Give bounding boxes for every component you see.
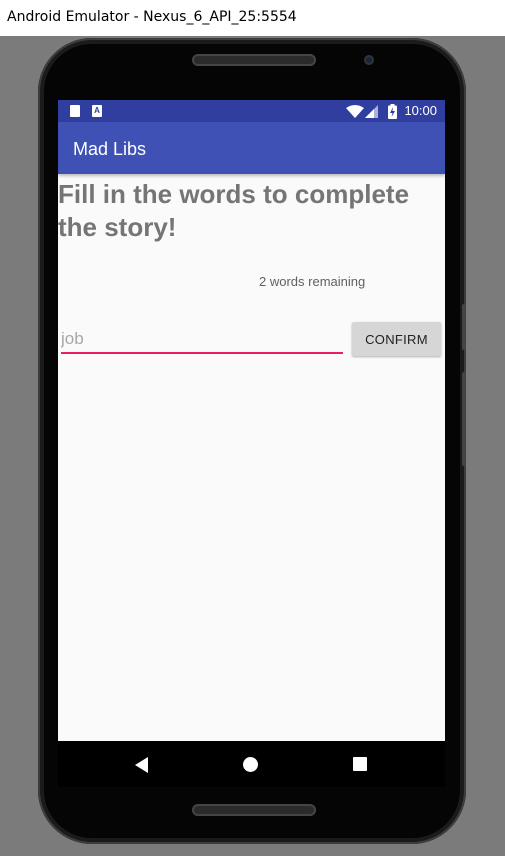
top-speaker (192, 54, 316, 66)
front-camera (364, 55, 374, 65)
confirm-button[interactable]: CONFIRM (352, 322, 441, 356)
app-title: Mad Libs (73, 139, 147, 159)
device-screen: A 10:00 Mad Libs Fill in the words to co… (58, 100, 445, 741)
battery-charging-icon (388, 104, 397, 119)
volume-button[interactable] (462, 304, 466, 350)
back-icon[interactable] (135, 757, 148, 773)
word-input[interactable] (61, 326, 343, 354)
emulator-title-bar: Android Emulator - Nexus_6_API_25:5554 (0, 0, 505, 36)
a-notification-icon: A (92, 105, 102, 117)
power-button[interactable] (462, 372, 466, 466)
navigation-bar (58, 741, 445, 787)
window-title: Android Emulator - Nexus_6_API_25:5554 (7, 9, 297, 25)
sd-card-icon (70, 105, 80, 117)
words-remaining-label: 2 words remaining (259, 274, 366, 289)
home-icon[interactable] (243, 757, 258, 772)
status-bar: A 10:00 (58, 100, 445, 122)
bottom-speaker (192, 804, 316, 816)
instruction-heading: Fill in the words to complete the story! (58, 179, 410, 242)
wifi-icon (346, 105, 364, 118)
signal-icon (365, 105, 378, 118)
app-bar: Mad Libs (58, 122, 445, 174)
status-time: 10:00 (404, 103, 437, 118)
recents-icon[interactable] (353, 757, 367, 771)
